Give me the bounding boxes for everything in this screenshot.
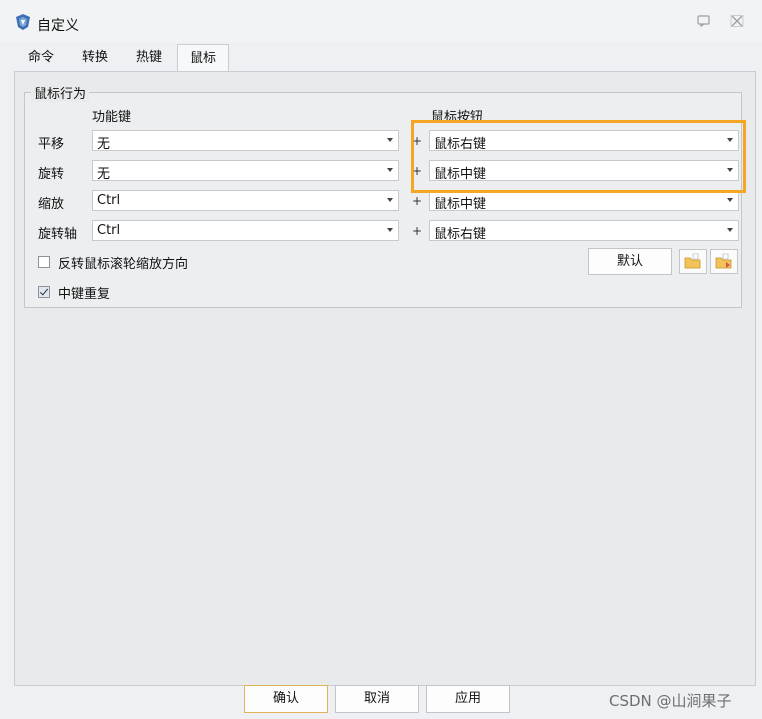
plus-sign: +: [412, 164, 423, 178]
customize-dialog: 自定义 命令 转换 热键 鼠标 鼠标行为 功能键 鼠标按钮 平移 无 + 鼠标右…: [0, 0, 762, 719]
tab-commands[interactable]: 命令: [14, 46, 68, 70]
rotate-axis-modifier-select[interactable]: Ctrl: [92, 220, 399, 241]
mouse-button-header: 鼠标按钮: [431, 110, 484, 125]
apply-button[interactable]: 应用: [426, 685, 510, 713]
save-folder-button[interactable]: [710, 249, 738, 274]
chevron-down-icon: [387, 228, 393, 232]
zoom-label: 缩放: [38, 197, 65, 212]
zoom-button-value: 鼠标中键: [434, 197, 487, 212]
rotate-modifier-value: 无: [97, 167, 111, 182]
close-icon[interactable]: [729, 15, 745, 29]
reverse-wheel-label: 反转鼠标滚轮缩放方向: [58, 257, 189, 272]
rotate-axis-modifier-value: Ctrl: [97, 223, 121, 238]
middle-repeat-label: 中键重复: [58, 287, 111, 302]
pan-button-select[interactable]: 鼠标右键: [429, 130, 739, 152]
group-title: 鼠标行为: [31, 83, 90, 102]
plus-sign: +: [412, 194, 423, 208]
chevron-down-icon: [727, 168, 733, 172]
modifier-key-header: 功能键: [92, 110, 132, 125]
restore-icon[interactable]: [696, 15, 712, 29]
chevron-down-icon: [387, 138, 393, 142]
plus-sign: +: [412, 134, 423, 148]
title-bar: 自定义: [0, 0, 762, 42]
tab-transform[interactable]: 转换: [68, 46, 122, 70]
cancel-button[interactable]: 取消: [335, 685, 419, 713]
chevron-down-icon: [387, 168, 393, 172]
chevron-down-icon: [387, 198, 393, 202]
ok-button[interactable]: 确认: [244, 685, 328, 713]
middle-repeat-checkbox[interactable]: [38, 286, 50, 298]
chevron-down-icon: [727, 228, 733, 232]
rotate-axis-label: 旋转轴: [38, 227, 78, 242]
app-logo-icon: [16, 14, 30, 30]
rotate-axis-button-select[interactable]: 鼠标右键: [429, 220, 739, 242]
zoom-button-select[interactable]: 鼠标中键: [429, 190, 739, 212]
window-title: 自定义: [37, 18, 79, 34]
chevron-down-icon: [727, 138, 733, 142]
open-folder-icon: [684, 253, 701, 269]
zoom-modifier-select[interactable]: Ctrl: [92, 190, 399, 211]
pan-label: 平移: [38, 137, 65, 152]
default-button[interactable]: 默认: [588, 248, 672, 275]
tab-mouse[interactable]: 鼠标: [177, 44, 229, 71]
rotate-label: 旋转: [38, 167, 65, 182]
pan-button-value: 鼠标右键: [434, 137, 487, 152]
tab-hotkeys[interactable]: 热键: [122, 46, 176, 70]
reverse-wheel-checkbox[interactable]: [38, 256, 50, 268]
zoom-modifier-value: Ctrl: [97, 193, 121, 208]
rotate-button-select[interactable]: 鼠标中键: [429, 160, 739, 182]
rotate-modifier-select[interactable]: 无: [92, 160, 399, 182]
pan-modifier-value: 无: [97, 137, 111, 152]
tab-content-mouse: 鼠标行为 功能键 鼠标按钮 平移 无 + 鼠标右键 旋转 无 + 鼠标中键 缩放…: [14, 71, 756, 686]
rotate-axis-button-value: 鼠标右键: [434, 227, 487, 242]
mouse-behavior-group: 鼠标行为 功能键 鼠标按钮 平移 无 + 鼠标右键 旋转 无 + 鼠标中键 缩放…: [24, 83, 742, 308]
pan-modifier-select[interactable]: 无: [92, 130, 399, 152]
rotate-button-value: 鼠标中键: [434, 167, 487, 182]
open-folder-button[interactable]: [679, 249, 707, 274]
plus-sign: +: [412, 224, 423, 238]
save-folder-icon: [715, 253, 732, 269]
watermark: CSDN @山涧果子: [609, 692, 732, 710]
chevron-down-icon: [727, 198, 733, 202]
